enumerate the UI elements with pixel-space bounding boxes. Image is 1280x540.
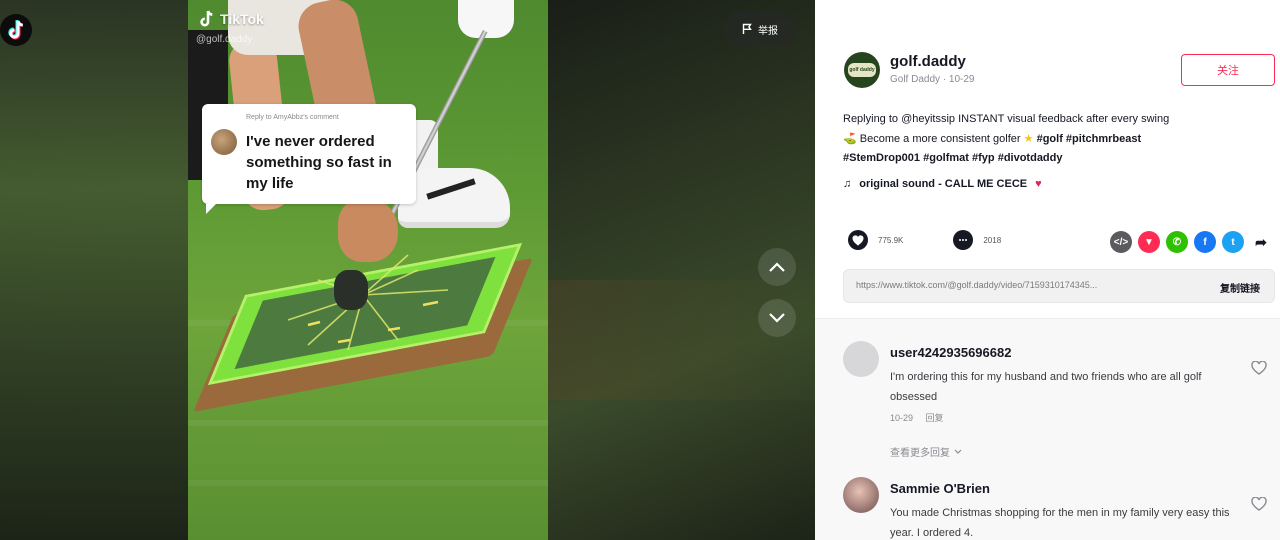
comments-list: user4242935696682 I'm ordering this for … — [815, 318, 1280, 540]
comment-text: I'm ordering this for my husband and two… — [890, 371, 1202, 403]
comment-like[interactable] — [1246, 361, 1272, 375]
previous-video-button[interactable] — [758, 248, 796, 286]
music-title: original sound - CALL ME CECE — [859, 178, 1028, 190]
mat-impact-rays — [287, 254, 449, 351]
heart-emoji-icon: ♥ — [1035, 178, 1042, 190]
comment-username[interactable]: Sammie O'Brien — [890, 481, 990, 496]
share-arrow-icon[interactable]: ➦ — [1250, 231, 1272, 253]
golfer-hand — [338, 198, 398, 262]
view-replies-label: 查看更多回复 — [890, 448, 950, 459]
report-label: 举报 — [758, 25, 778, 37]
video-link-url[interactable]: https://www.tiktok.com/@golf.daddy/video… — [856, 280, 1196, 290]
like-count: 775.9K — [878, 235, 904, 245]
caption-text-start: Replying to @heyitssip INSTANT visual fe… — [843, 113, 1170, 125]
hashtag-link[interactable]: #golfmat — [923, 152, 969, 164]
copy-link-button[interactable]: 复制链接 — [1220, 280, 1260, 295]
star-icon: ★ — [1023, 132, 1034, 145]
embed-icon[interactable]: </> — [1110, 231, 1132, 253]
watermark-handle: @golf.daddy — [196, 34, 253, 45]
view-more-replies[interactable]: 查看更多回复 — [890, 444, 962, 459]
music-link[interactable]: ♫ original sound - CALL ME CECE ♥ — [843, 178, 1042, 190]
caption-text-middle: Become a more consistent golfer — [859, 132, 1021, 145]
hashtag-link[interactable]: #fyp — [972, 152, 995, 164]
next-video-button[interactable] — [758, 299, 796, 337]
club-head — [334, 270, 368, 310]
twitter-icon[interactable]: t — [1222, 231, 1244, 253]
comment-text: You made Christmas shopping for the men … — [890, 507, 1230, 539]
comment-like[interactable] — [1246, 497, 1272, 511]
avatar-logo-text: golf daddy — [848, 63, 876, 77]
hashtag-link[interactable]: #divotdaddy — [998, 152, 1063, 164]
music-note-icon: ♫ — [843, 178, 852, 190]
engagement-row: 775.9K 2018 — [848, 230, 1051, 250]
comment-username[interactable]: user4242935696682 — [890, 345, 1011, 360]
tiktok-logo-icon[interactable] — [0, 14, 32, 46]
flag-icon — [742, 23, 752, 34]
video-info-panel: golf daddy golf.daddy Golf Daddy · 10-29… — [815, 0, 1280, 540]
chevron-down-icon — [954, 449, 962, 454]
watermark-note-icon — [200, 10, 213, 27]
chevron-down-icon — [769, 313, 785, 323]
reply-avatar — [211, 129, 237, 155]
comment-count: 2018 — [983, 235, 1002, 245]
author-username[interactable]: golf.daddy — [890, 53, 966, 70]
chevron-up-icon — [769, 262, 785, 272]
author-avatar[interactable]: golf daddy — [844, 52, 880, 88]
share-options: </> ▼ ✆ f t ➦ — [1110, 231, 1272, 253]
send-to-friends-icon[interactable]: ▼ — [1138, 231, 1160, 253]
watermark-text: TikTok — [220, 11, 264, 27]
reply-comment-bubble: Reply to AmyAbbz's comment I've never or… — [202, 104, 416, 214]
author-subline: Golf Daddy · 10-29 — [890, 74, 975, 85]
post-date: 10-29 — [948, 74, 975, 85]
tiktok-watermark: TikTok — [198, 6, 264, 32]
heart-outline-icon — [1251, 361, 1267, 375]
video-link-box: https://www.tiktok.com/@golf.daddy/video… — [843, 269, 1275, 303]
heart-icon[interactable] — [848, 230, 868, 250]
report-button[interactable]: 举报 — [724, 12, 796, 46]
author-nickname: Golf Daddy — [890, 74, 941, 85]
heart-outline-icon — [1251, 497, 1267, 511]
comment-time: 10-29 — [890, 413, 914, 423]
hashtag-link[interactable]: #pitchmrbeast — [1066, 133, 1141, 145]
follow-button[interactable]: 关注 — [1181, 54, 1275, 86]
hashtag-link[interactable]: #StemDrop001 — [843, 152, 920, 164]
comment-meta: 10-29 回复 — [890, 411, 944, 424]
whatsapp-icon[interactable]: ✆ — [1166, 231, 1188, 253]
golf-icon: ⛳ — [843, 132, 857, 145]
facebook-icon[interactable]: f — [1194, 231, 1216, 253]
comment-avatar[interactable] — [843, 477, 879, 513]
comment-icon[interactable] — [953, 230, 974, 250]
comment-avatar[interactable] — [843, 341, 879, 377]
video-caption: Replying to @heyitssip INSTANT visual fe… — [843, 110, 1263, 169]
blurred-background-left — [0, 0, 188, 540]
comment-reply-button[interactable]: 回复 — [926, 413, 944, 423]
reply-text: I've never ordered something so fast in … — [246, 133, 392, 192]
reply-label: Reply to AmyAbbz's comment — [246, 114, 339, 121]
video-player[interactable]: Reply to AmyAbbz's comment I've never or… — [0, 0, 815, 540]
hashtag-link[interactable]: #golf — [1037, 133, 1063, 145]
video-frame[interactable]: Reply to AmyAbbz's comment I've never or… — [188, 0, 548, 540]
